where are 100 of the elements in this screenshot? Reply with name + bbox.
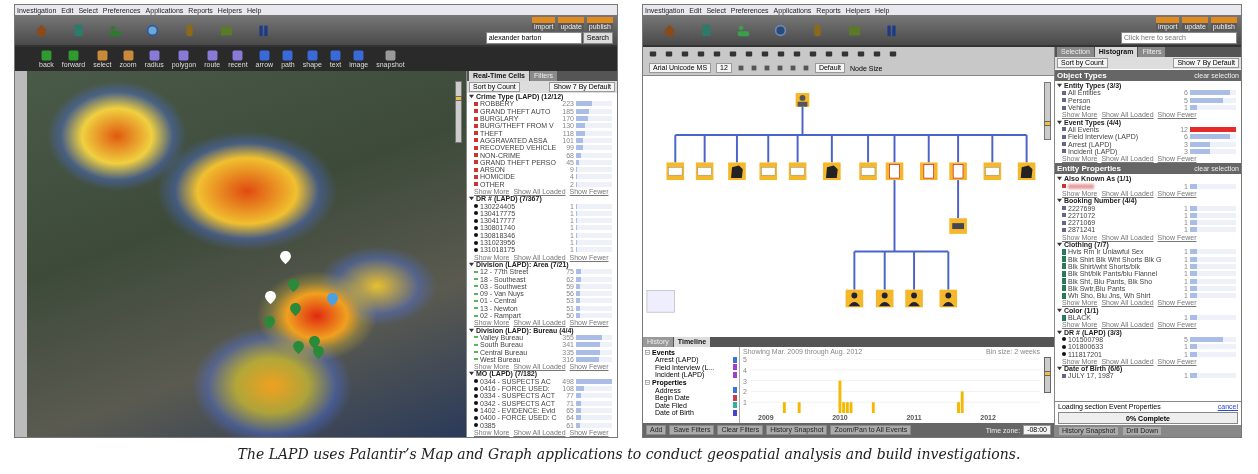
collapse-icon[interactable] <box>469 94 474 100</box>
person-node[interactable] <box>875 289 894 308</box>
count-bar[interactable] <box>1190 249 1198 255</box>
count-bar[interactable] <box>1190 141 1211 147</box>
count-bar[interactable] <box>1190 205 1198 211</box>
globe-icon[interactable] <box>146 23 159 37</box>
tool-icon <box>384 49 396 61</box>
dot-icon <box>474 415 478 420</box>
count-bar[interactable] <box>1190 220 1198 226</box>
person-icon[interactable] <box>737 23 750 37</box>
count-bar[interactable] <box>1190 183 1198 189</box>
tool-icon <box>353 49 365 61</box>
card-node[interactable] <box>949 162 967 181</box>
collapse-icon[interactable] <box>1057 366 1062 372</box>
collapse-icon[interactable] <box>1057 329 1062 335</box>
connector-line <box>957 179 960 220</box>
collapse-icon[interactable] <box>1057 83 1062 89</box>
document-node[interactable] <box>983 162 1002 181</box>
count-bar[interactable] <box>1190 271 1198 277</box>
count-bar[interactable] <box>1190 105 1198 111</box>
tool-icon <box>178 49 190 61</box>
blurred-text <box>1068 183 1094 189</box>
collapse-icon[interactable] <box>1057 119 1062 125</box>
map-pin-icon[interactable] <box>280 251 291 264</box>
count-bar[interactable] <box>1190 90 1230 96</box>
vehicle-node[interactable] <box>949 218 967 234</box>
collapse-icon[interactable] <box>1057 242 1062 248</box>
tool-icon <box>148 49 160 61</box>
tool-icon <box>67 49 79 61</box>
count-bar[interactable] <box>1190 278 1198 284</box>
count-bar[interactable] <box>1190 227 1198 233</box>
dot-icon <box>474 393 478 398</box>
count-bar[interactable] <box>1190 97 1224 103</box>
document-node[interactable] <box>666 162 685 181</box>
collapse-icon[interactable] <box>1057 198 1062 204</box>
dot-icon <box>474 408 478 413</box>
collapse-icon[interactable] <box>469 261 474 267</box>
dark-figure-node[interactable] <box>1017 162 1036 181</box>
group-title: Object Types <box>1057 71 1107 80</box>
count-bar[interactable] <box>1190 351 1198 357</box>
card-node[interactable] <box>885 162 904 181</box>
dot-icon <box>474 240 478 245</box>
count-bar[interactable] <box>1190 285 1198 291</box>
person-node[interactable] <box>905 289 923 308</box>
count-bar[interactable] <box>1190 148 1211 154</box>
card-node[interactable] <box>919 162 938 181</box>
dot-icon <box>474 233 478 238</box>
map-pin-icon[interactable] <box>265 291 276 304</box>
count-bar[interactable] <box>1190 344 1198 350</box>
count-bar[interactable] <box>1190 212 1198 218</box>
count-bar[interactable] <box>1190 373 1198 379</box>
document-node[interactable] <box>859 162 877 181</box>
dot-icon <box>474 204 478 209</box>
tool-icon <box>96 49 108 61</box>
globe-icon[interactable] <box>774 23 787 37</box>
dark-figure-node[interactable] <box>823 162 841 181</box>
count-bar[interactable] <box>1190 256 1198 262</box>
binoculars-icon[interactable] <box>257 23 270 37</box>
dark-figure-node[interactable] <box>728 162 746 181</box>
collapse-icon[interactable] <box>1057 176 1062 182</box>
count-bar[interactable] <box>1190 263 1198 269</box>
document-node[interactable] <box>695 162 714 181</box>
collapse-icon[interactable] <box>469 371 474 377</box>
collapse-icon[interactable] <box>469 196 474 202</box>
count-bar[interactable] <box>1190 126 1236 132</box>
zoom-slider[interactable] <box>1044 82 1051 140</box>
zoom-slider[interactable] <box>1044 357 1051 393</box>
count-bar[interactable] <box>1190 336 1224 342</box>
person-node[interactable] <box>795 93 810 107</box>
count-bar[interactable] <box>1190 134 1230 140</box>
tool-icon <box>329 49 341 61</box>
dot-icon <box>474 379 478 384</box>
collapse-icon[interactable] <box>469 327 474 333</box>
dot-icon <box>1062 337 1066 342</box>
tag-icon <box>1062 184 1066 189</box>
count-bar[interactable] <box>1190 293 1198 299</box>
group-title: Entity Properties <box>1057 164 1121 174</box>
document-node[interactable] <box>788 162 807 181</box>
dot-icon <box>474 247 478 252</box>
collapse-icon[interactable] <box>1057 307 1062 313</box>
person-node[interactable] <box>845 289 864 308</box>
count-bar[interactable] <box>1190 315 1198 321</box>
timeline-bar <box>797 402 801 413</box>
dot-icon <box>1062 344 1066 349</box>
timeline-bar <box>871 402 875 413</box>
tool-icon <box>206 49 218 61</box>
tool-icon <box>258 49 270 61</box>
zoom-slider[interactable] <box>455 81 462 143</box>
binoculars-icon[interactable] <box>885 23 898 37</box>
timeline-bar <box>782 402 786 413</box>
swatch-icon <box>1062 314 1066 321</box>
person-node[interactable] <box>939 289 958 308</box>
figure-caption: The LAPD uses Palantir’s Map and Graph applications to conduct geospatial analysis and build investigations. <box>236 446 1022 462</box>
tool-icon <box>282 49 294 61</box>
document-node[interactable] <box>759 162 778 181</box>
tool-icon <box>40 49 52 61</box>
tool-icon <box>232 49 244 61</box>
tool-icon <box>306 49 318 61</box>
dot-icon <box>474 401 478 406</box>
dot-icon <box>1062 352 1066 357</box>
